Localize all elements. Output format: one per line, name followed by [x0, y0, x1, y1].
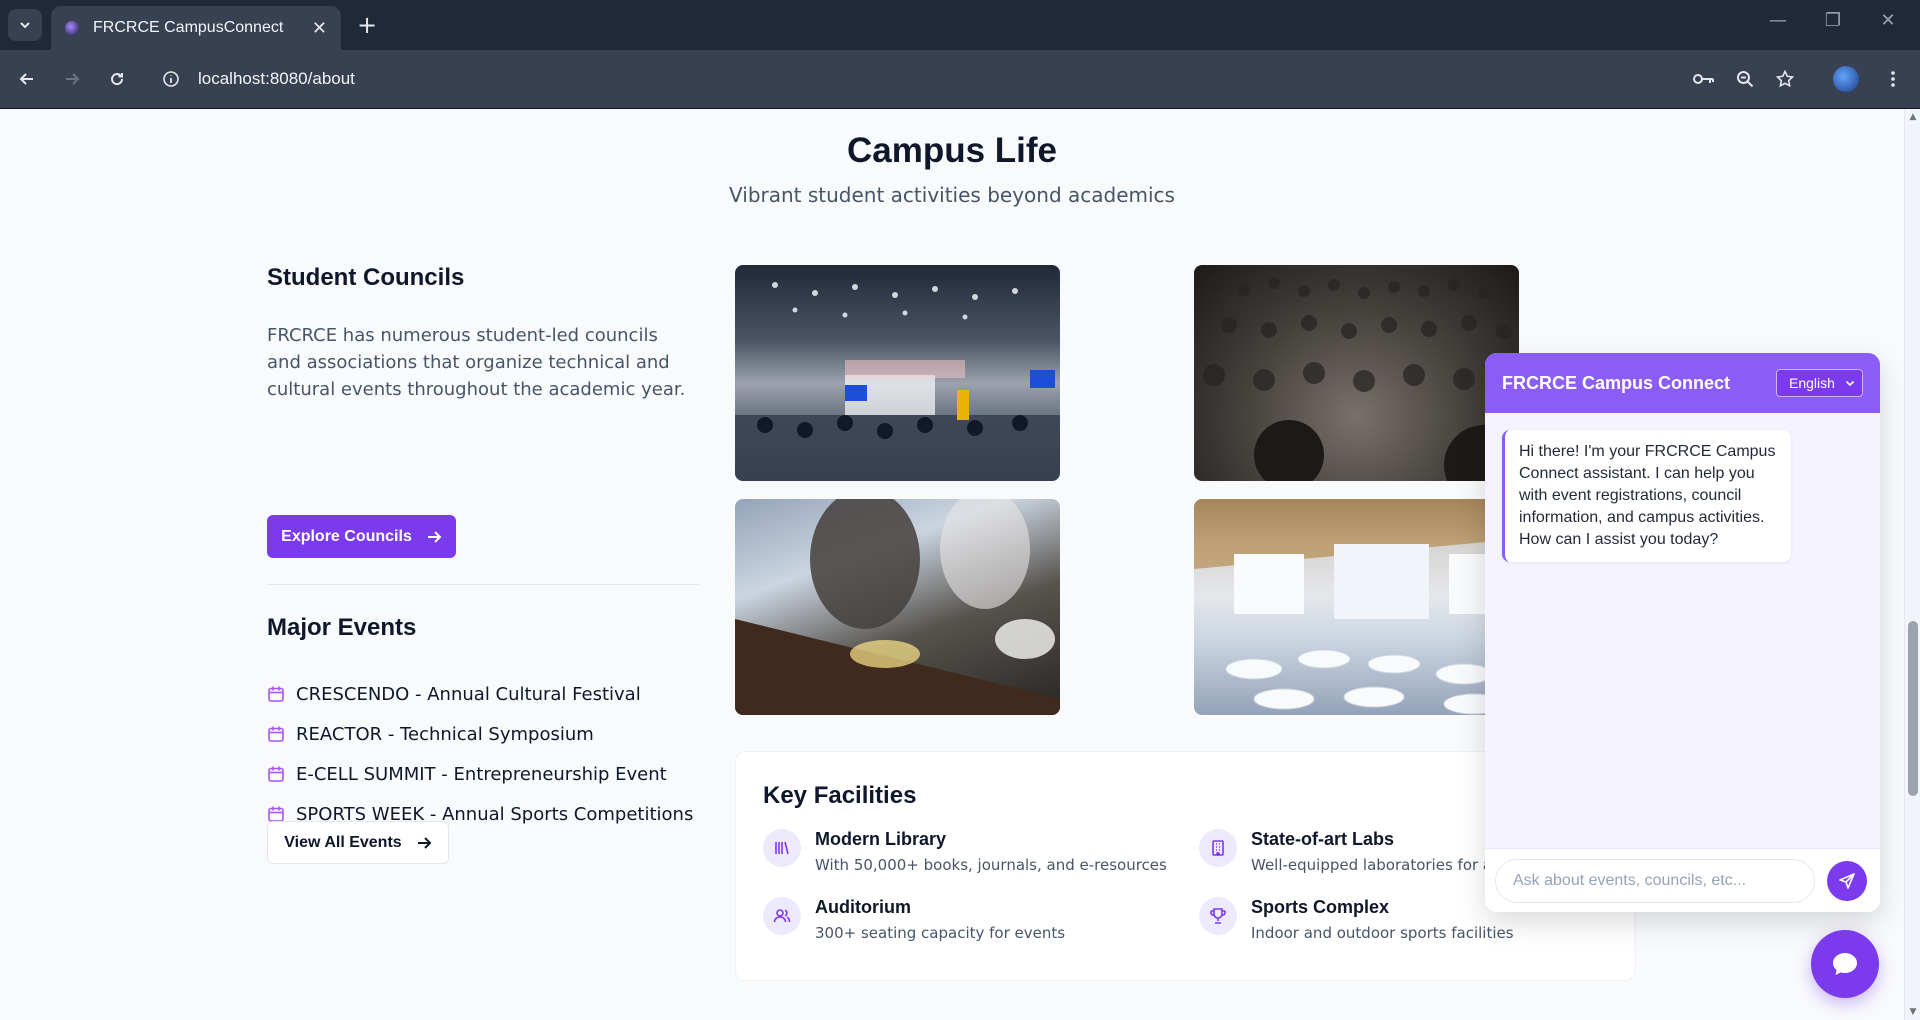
building-icon — [1199, 829, 1237, 867]
library-icon — [763, 829, 801, 867]
scroll-thumb[interactable] — [1908, 621, 1918, 796]
councils-description: FRCRCE has numerous student-led councils… — [267, 325, 686, 400]
back-button[interactable] — [12, 64, 42, 94]
browser-menu-icon[interactable] — [1878, 64, 1908, 94]
password-key-icon[interactable] — [1689, 64, 1719, 94]
assistant-message: Hi there! I'm your FRCRCE Campus Connect… — [1502, 430, 1791, 562]
users-icon — [763, 897, 801, 935]
reload-icon — [111, 73, 124, 86]
arrow-left-icon — [19, 73, 33, 85]
chat-input[interactable] — [1495, 858, 1815, 903]
view-all-events-label: View All Events — [284, 833, 402, 851]
facility-name: State-of-art Labs — [1251, 829, 1395, 849]
language-select[interactable]: English — [1776, 369, 1863, 397]
facility-description: With 50,000+ books, journals, and e-reso… — [815, 856, 1167, 874]
chat-bubble-icon — [1833, 953, 1857, 975]
favicon-icon — [65, 21, 79, 35]
event-hall-photo — [735, 265, 1060, 481]
close-window-button[interactable]: ✕ — [1868, 10, 1908, 31]
reload-button[interactable] — [102, 64, 132, 94]
chat-footer — [1485, 848, 1880, 912]
event-item: CRESCENDO - Annual Cultural Festival — [267, 674, 693, 714]
auditorium-photo — [1194, 499, 1519, 715]
chat-header: FRCRCE Campus Connect English — [1485, 353, 1880, 413]
facility-item: Auditorium 300+ seating capacity for eve… — [763, 897, 1065, 942]
calendar-icon — [267, 685, 285, 703]
close-tab-icon[interactable]: ✕ — [312, 18, 327, 39]
trophy-icon — [1199, 897, 1237, 935]
chat-title: FRCRCE Campus Connect — [1502, 372, 1731, 393]
chat-messages: Hi there! I'm your FRCRCE Campus Connect… — [1485, 413, 1880, 848]
facility-item: Modern Library With 50,000+ books, journ… — [763, 829, 1167, 874]
url-text: localhost:8080/about — [198, 69, 355, 88]
restore-window-button[interactable]: ❐ — [1813, 10, 1853, 31]
calendar-icon — [267, 765, 285, 783]
view-all-events-button[interactable]: View All Events — [267, 821, 449, 864]
chevron-down-icon — [1845, 380, 1855, 387]
facility-description: 300+ seating capacity for events — [815, 924, 1066, 942]
event-name: E-CELL SUMMIT - Entrepreneurship Event — [296, 763, 667, 785]
tab-title: FRCRCE CampusConnect — [93, 19, 284, 36]
facility-name: Auditorium — [815, 897, 911, 917]
meeting-table-photo — [735, 499, 1060, 715]
chat-toggle-button[interactable] — [1811, 930, 1879, 998]
events-list: CRESCENDO - Annual Cultural Festival REA… — [267, 674, 693, 834]
bookmark-star-icon[interactable] — [1770, 64, 1800, 94]
councils-title: Student Councils — [267, 264, 465, 291]
section-title: Campus Life — [846, 131, 1058, 170]
events-title: Major Events — [267, 614, 417, 641]
event-item: E-CELL SUMMIT - Entrepreneurship Event — [267, 754, 693, 794]
calendar-icon — [267, 725, 285, 743]
facility-item: Sports Complex Indoor and outdoor sports… — [1199, 897, 1514, 942]
forward-button[interactable] — [57, 64, 87, 94]
crowd-photo — [1194, 265, 1519, 481]
facility-name: Modern Library — [815, 829, 947, 849]
facility-item: State-of-art Labs Well-equipped laborato… — [1199, 829, 1500, 874]
browser-tab[interactable]: FRCRCE CampusConnect ✕ — [51, 6, 341, 50]
section-subtitle: Vibrant student activities beyond academ… — [729, 183, 1175, 207]
scroll-up-icon[interactable]: ▲ — [1908, 112, 1918, 122]
arrow-right-icon — [417, 836, 432, 849]
divider — [267, 584, 699, 585]
facility-description: Well-equipped laboratories for all — [1251, 856, 1501, 874]
event-name: CRESCENDO - Annual Cultural Festival — [296, 683, 641, 705]
page-scrollbar[interactable]: ▲ ▼ — [1904, 109, 1920, 1020]
facility-description: Indoor and outdoor sports facilities — [1251, 924, 1514, 942]
zoom-icon[interactable] — [1730, 64, 1760, 94]
facilities-title: Key Facilities — [763, 782, 917, 809]
chevron-down-icon — [20, 22, 30, 29]
address-bar[interactable]: localhost:8080/about — [156, 59, 1646, 99]
facility-name: Sports Complex — [1251, 897, 1390, 917]
explore-councils-button[interactable]: Explore Councils — [267, 515, 456, 558]
campus-life-left-column: Student Councils FRCRCE has numerous stu… — [267, 264, 699, 864]
tab-search-button[interactable] — [8, 9, 42, 41]
minimize-window-button[interactable]: — — [1758, 10, 1798, 31]
event-item: REACTOR - Technical Symposium — [267, 714, 693, 754]
site-info-icon[interactable] — [156, 70, 186, 88]
explore-councils-label: Explore Councils — [281, 527, 412, 545]
new-tab-button[interactable]: + — [352, 10, 382, 40]
browser-tab-bar: FRCRCE CampusConnect ✕ + — ❐ ✕ — [0, 0, 1920, 50]
chat-widget: FRCRCE Campus Connect English Hi there! … — [1485, 353, 1880, 912]
profile-avatar[interactable] — [1833, 66, 1859, 92]
browser-toolbar: localhost:8080/about — [0, 50, 1920, 109]
language-value: English — [1789, 375, 1835, 391]
event-name: REACTOR - Technical Symposium — [296, 723, 594, 745]
send-icon — [1839, 872, 1855, 889]
arrow-right-icon — [427, 530, 442, 543]
scroll-down-icon[interactable]: ▼ — [1908, 1007, 1918, 1017]
send-button[interactable] — [1827, 860, 1867, 901]
arrow-right-icon — [66, 73, 80, 85]
